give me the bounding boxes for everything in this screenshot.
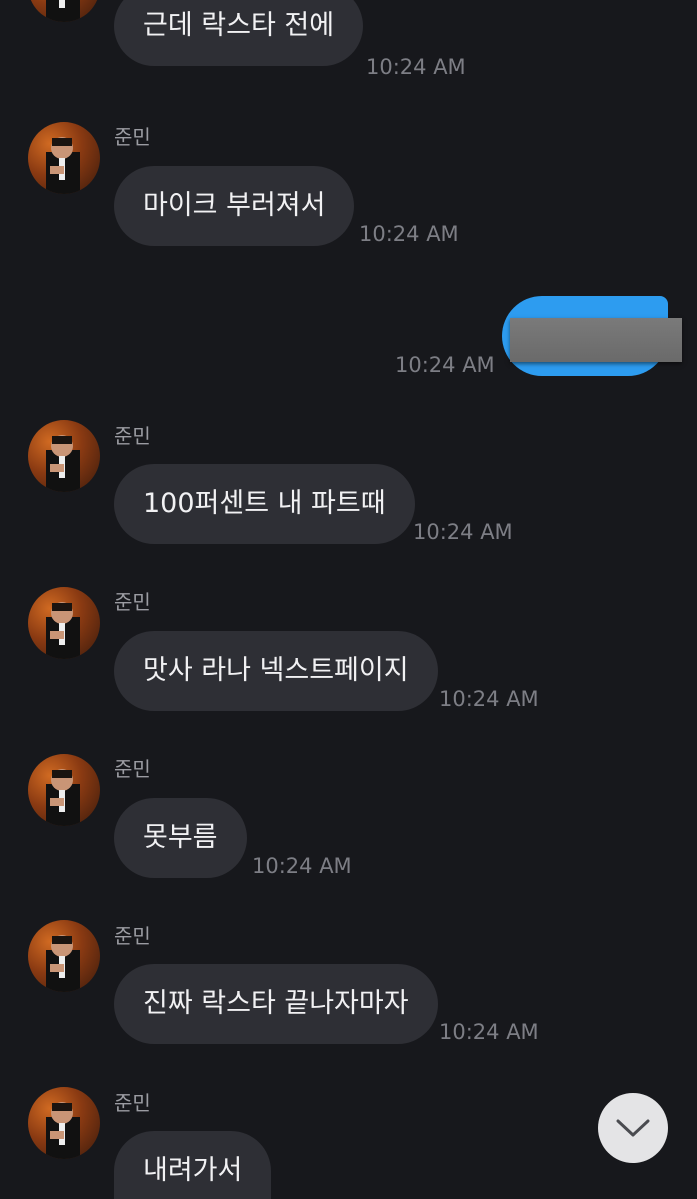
scroll-to-bottom-button[interactable] (598, 1093, 668, 1163)
avatar[interactable] (28, 0, 100, 22)
message-timestamp: 10:24 AM (359, 222, 459, 246)
sender-name: 준민 (114, 424, 151, 448)
message-bubble[interactable]: 근데 락스타 전에 (114, 0, 364, 66)
sender-name: 준민 (114, 924, 151, 948)
chat-thread[interactable]: 근데 락스타 전에 10:24 AM 준민 마이크 부러져서 10:24 AM … (0, 0, 697, 1199)
message-bubble[interactable]: 100퍼센트 내 파트때 (114, 464, 415, 544)
avatar[interactable] (28, 420, 100, 492)
sender-name: 준민 (114, 757, 151, 781)
redaction-block (510, 318, 682, 362)
message-timestamp: 10:24 AM (395, 353, 495, 377)
profile-photo-icon (46, 602, 80, 659)
profile-photo-icon (46, 1102, 80, 1159)
profile-photo-icon (46, 0, 80, 22)
profile-photo-icon (46, 435, 80, 492)
sender-name: 준민 (114, 1091, 151, 1115)
message-timestamp: 10:24 AM (413, 520, 513, 544)
avatar[interactable] (28, 1087, 100, 1159)
message-timestamp: 10:24 AM (252, 854, 352, 878)
profile-photo-icon (46, 935, 80, 992)
sender-name: 준민 (114, 125, 151, 149)
message-bubble[interactable]: 맛사 라나 넥스트페이지 (114, 631, 438, 711)
sender-name: 준민 (114, 590, 151, 614)
avatar[interactable] (28, 122, 100, 194)
message-timestamp: 10:24 AM (439, 1020, 539, 1044)
message-bubble[interactable]: 내려가서 (114, 1131, 272, 1199)
message-timestamp: 10:24 AM (366, 55, 466, 79)
message-bubble[interactable]: 마이크 부러져서 (114, 166, 355, 246)
profile-photo-icon (46, 137, 80, 194)
message-timestamp: 10:24 AM (439, 687, 539, 711)
avatar[interactable] (28, 754, 100, 826)
avatar[interactable] (28, 920, 100, 992)
avatar[interactable] (28, 587, 100, 659)
message-bubble[interactable]: 못부름 (114, 798, 247, 878)
profile-photo-icon (46, 769, 80, 826)
message-bubble[interactable]: 진짜 락스타 끝나자마자 (114, 964, 438, 1044)
chevron-down-icon (616, 1119, 650, 1137)
